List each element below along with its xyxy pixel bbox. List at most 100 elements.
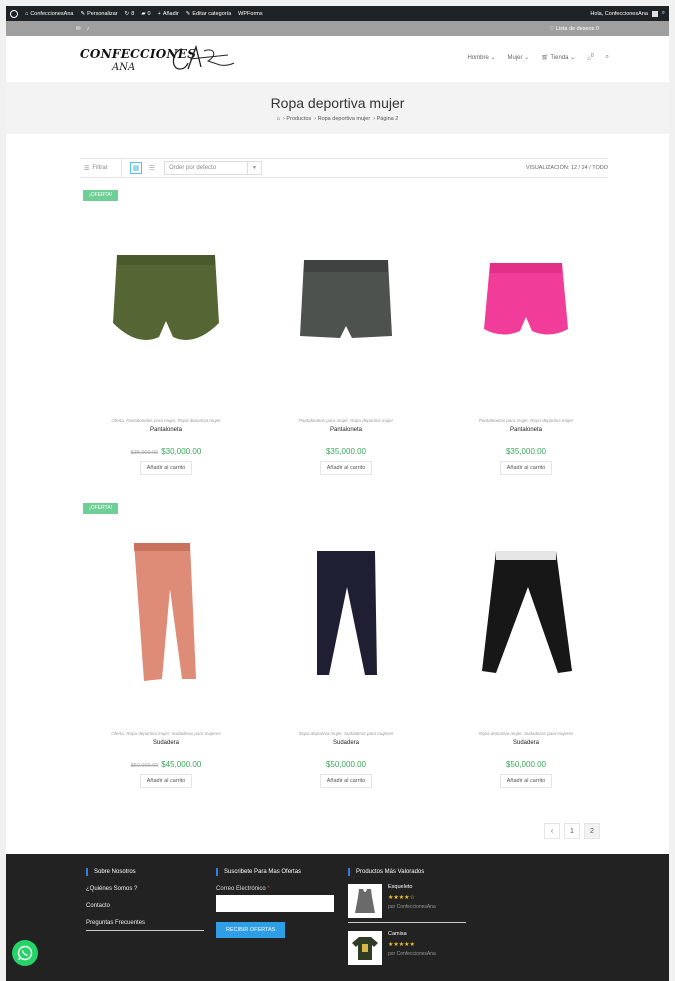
rating-stars: ★★★★☆ [388,895,415,901]
site-header: CONFECCIONES ANA Hombre ⌄ Mujer ⌄ 🛒︎ Tie… [6,36,669,82]
product-price: $35,000.00 [505,447,547,456]
footer-about: Sobre Nosotros ¿Quiénes Somos ? Contacto… [86,868,204,931]
search-icon[interactable]: ⌕ [662,10,665,17]
product-card: Oferta, Pantalonetas para mujer, Ropa de… [91,201,241,475]
search-icon[interactable]: ⌕ [606,54,609,61]
shorts-image [300,260,392,338]
wp-admin-bar: ⌂ ConfeccionesAna ✎ Personalizar ↻ 8 ▰ 0 + Añ… [6,6,669,21]
pagination: ‹ 1 2 [544,823,600,839]
pants-image [134,543,196,681]
order-select[interactable]: Order por defecto ▼ [164,161,262,175]
pencil-icon: ✎ [185,10,191,17]
sale-badge: ¡OFERTA! [83,503,118,514]
footer-link[interactable]: Contacto [86,903,204,909]
menu-icon: ☰ [84,165,90,172]
product-thumbnail[interactable] [348,884,382,918]
cart-button[interactable]: ⌂0 [587,53,593,62]
comment-icon: ▰ [141,10,146,17]
list-view-icon[interactable]: ☰ [146,162,158,174]
product-card: Pantalonetas para mujer, Ropa deportiva … [451,201,601,475]
refresh-icon: ↻ [124,10,130,17]
rated-product[interactable]: Camisa ★★★★★ por ConfeccionesAna [348,931,466,965]
breadcrumb-item[interactable]: Productos [286,116,311,122]
pagination-prev[interactable]: ‹ [544,823,560,839]
product-image[interactable] [271,201,421,401]
pants-image [317,551,377,675]
grid-view-icon[interactable]: ▦ [130,162,142,174]
breadcrumb-item[interactable]: Ropa deportiva mujer [318,116,371,122]
subscribe-button[interactable]: RECIBIR OFERTAS [216,922,286,938]
product-card: Ropa deportiva mujer, Sudaderas para muj… [451,514,601,788]
breadcrumb: ⌂ › Productos › Ropa deportiva mujer › P… [276,116,399,122]
filter-button[interactable]: ☰ Filtrar [80,159,122,177]
product-image[interactable] [91,201,241,401]
divider [86,930,204,931]
avatar[interactable] [651,10,658,17]
product-image[interactable] [91,514,241,714]
divider [348,922,466,923]
add-to-cart-button[interactable]: Añadir al carrito [139,774,193,788]
cart-icon: 🛒︎ [541,55,549,61]
rating-stars: ★★★★★ [388,942,415,948]
admin-add-new-link[interactable]: + Añadir [158,11,179,17]
rated-product[interactable]: Esqueleto ★★★★☆ por ConfeccionesAna [348,884,466,918]
add-to-cart-button[interactable]: Añadir al carrito [139,461,193,475]
logo-monogram-icon [172,44,235,70]
footer-link[interactable]: Preguntas Frecuentes [86,920,204,926]
product-price: $35,000.00 $30,000.00 [130,447,202,456]
visualization-options[interactable]: VISUALIZACIÓN: 12 / 24 / TODO [526,165,608,171]
wishlist-link[interactable]: ♡ Lista de deseos 0 [549,26,599,32]
admin-comments-link[interactable]: ▰ 0 [141,11,150,17]
product-image[interactable] [451,201,601,401]
admin-site-link[interactable]: ⌂ ConfeccionesAna [25,11,73,17]
product-card: Ropa deportiva mujer, Sudaderas para muj… [271,514,421,788]
product-image[interactable] [451,514,601,714]
add-to-cart-button[interactable]: Añadir al carrito [319,774,373,788]
footer-link[interactable]: ¿Quiénes Somos ? [86,886,204,892]
home-icon[interactable]: ⌂ [277,116,280,122]
shirt-image [352,937,378,960]
shorts-image [484,263,568,335]
admin-greeting[interactable]: Hola, ConfeccionesAna [590,11,647,17]
shop-toolbar: ☰ Filtrar ▦ ☰ Order por defecto ▼ VISUALIZ… [80,158,608,178]
admin-customize-link[interactable]: ✎ Personalizar [80,11,117,17]
add-to-cart-button[interactable]: Añadir al carrito [499,461,553,475]
nav-item-mujer[interactable]: Mujer ⌄ [507,54,529,61]
email-label: Correo Electrónico * [216,886,270,892]
product-image[interactable] [271,514,421,714]
whatsapp-button[interactable] [12,940,38,966]
add-to-cart-button[interactable]: Añadir al carrito [499,774,553,788]
tiktok-icon[interactable]: ♪ [87,26,90,32]
add-to-cart-button[interactable]: Añadir al carrito [319,461,373,475]
sale-badge: ¡OFERTA! [83,190,118,201]
footer-subscribe: Suscribete Para Mas Ofertas Correo Elect… [216,868,334,938]
wordpress-logo-icon[interactable] [10,9,18,18]
product-price: $50,000.00 [505,760,547,769]
nav-item-tienda[interactable]: 🛒︎ Tienda ⌄ [541,54,575,61]
pants-image [482,551,572,673]
site-footer: Sobre Nosotros ¿Quiénes Somos ? Contacto… [6,854,669,981]
email-field[interactable] [216,895,334,912]
nav-item-hombre[interactable]: Hombre ⌄ [467,54,495,61]
plus-icon: + [157,10,161,17]
tank-top-image [355,889,375,913]
pagination-page: 2 [584,823,600,839]
admin-edit-category-link[interactable]: ✎ Editar categoría [186,11,231,17]
site-logo[interactable]: CONFECCIONES ANA [80,43,240,77]
product-card: Pantalonetas para mujer, Ropa deportiva … [271,201,421,475]
product-card: Oferta, Ropa deportiva mujer, Sudaderas … [91,514,241,788]
page: ⌂ ConfeccionesAna ✎ Personalizar ↻ 8 ▰ 0 + Añ… [6,6,669,981]
page-title-bar: Ropa deportiva mujer ⌂ › Productos › Rop… [6,82,669,134]
page-title: Ropa deportiva mujer [270,95,405,111]
product-thumbnail[interactable] [348,931,382,965]
shorts-image [113,255,219,340]
admin-updates-link[interactable]: ↻ 8 [125,11,135,17]
breadcrumb-item: Página 2 [376,116,399,122]
chevron-down-icon: ▼ [247,162,261,174]
brush-icon: ✎ [80,10,86,17]
pagination-page[interactable]: 1 [564,823,580,839]
admin-wpforms-link[interactable]: WPForms [238,11,262,17]
email-icon[interactable]: ✉ [76,26,81,32]
footer-top-rated: Productos Más Valorados Esqueleto ★★★★☆ po… [348,868,466,965]
top-bar: ✉ ♪ ♡ Lista de deseos 0 [6,21,669,36]
